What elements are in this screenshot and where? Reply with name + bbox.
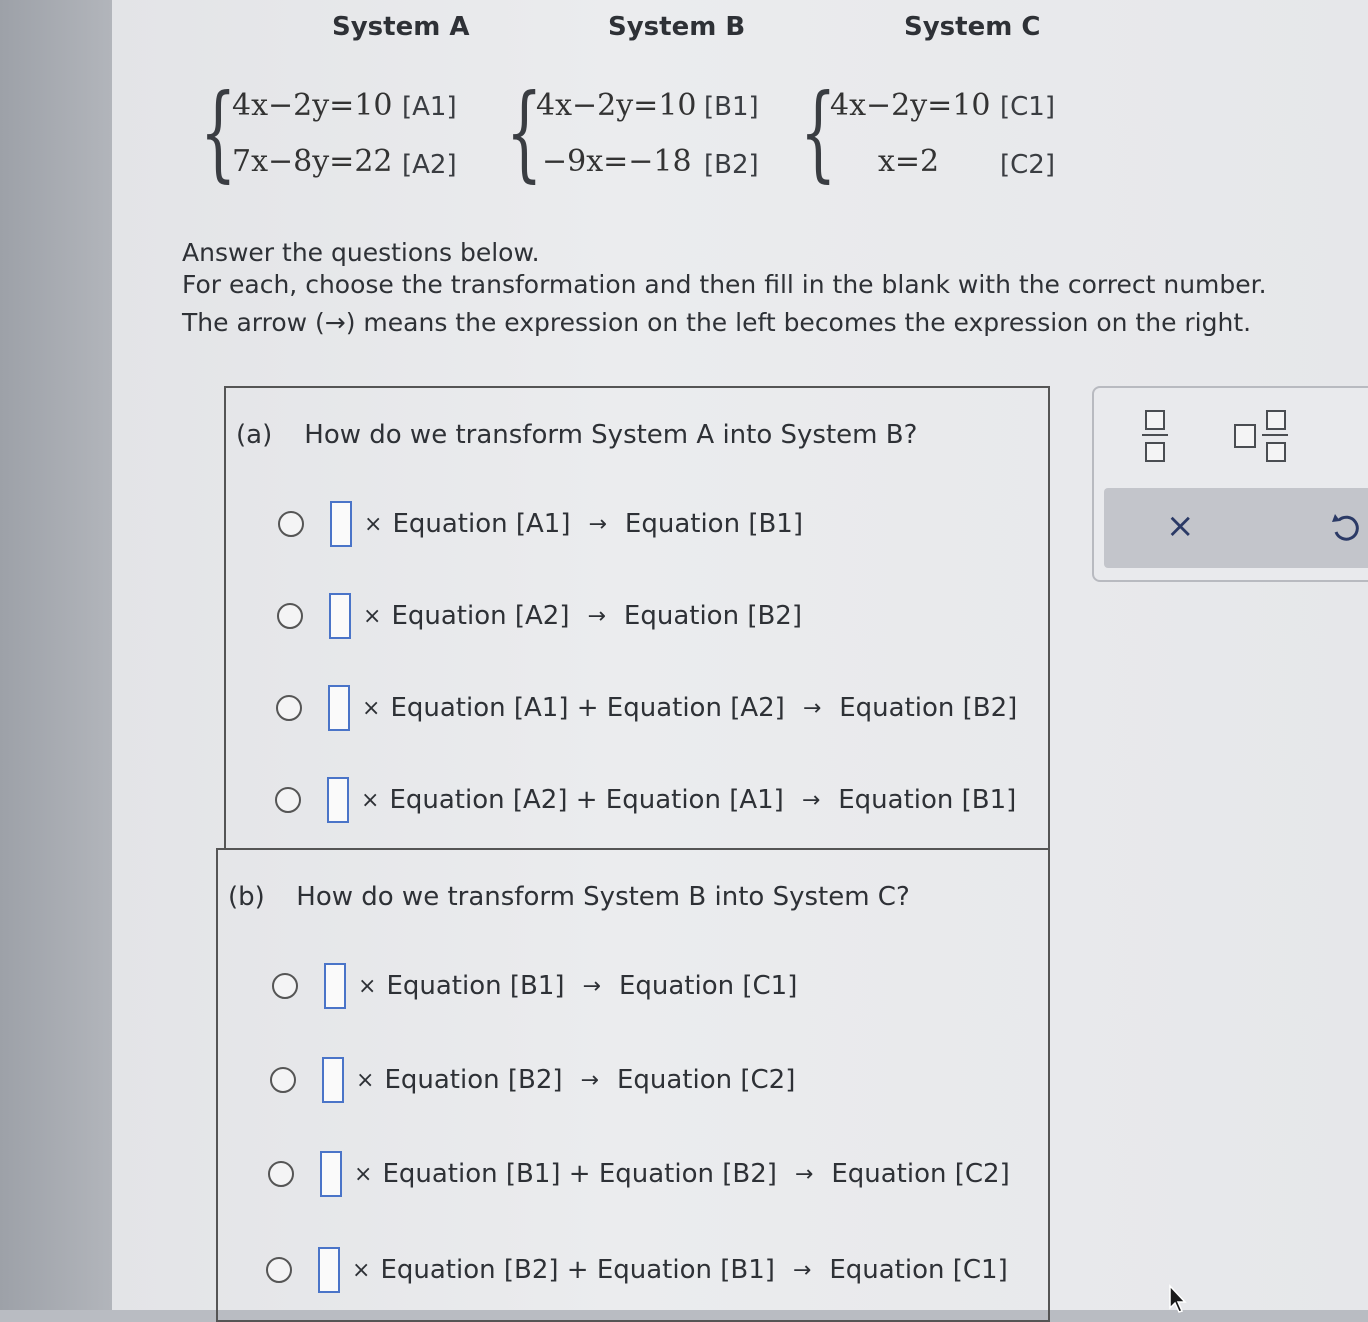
number-input-blank[interactable] [322, 1057, 344, 1103]
option-left-expression: Equation [B1] + Equation [B2] [382, 1159, 777, 1189]
system-b-title: System B [608, 12, 746, 42]
system-a-eq2: 7x−8y=22 [232, 144, 393, 179]
radio-button[interactable] [278, 511, 304, 537]
radio-button[interactable] [277, 603, 303, 629]
part-b-label: (b) [228, 882, 265, 912]
times-sign: × [356, 1067, 375, 1093]
arrow-icon: → [792, 1257, 812, 1283]
part-b-option-1[interactable]: × Equation [B1] → Equation [C1] [272, 962, 797, 1010]
part-a-option-3[interactable]: × Equation [A1] + Equation [A2] → Equati… [276, 684, 1017, 732]
times-sign: × [362, 695, 381, 721]
system-c-title: System C [904, 12, 1041, 42]
option-right-expression: Equation [C2] [831, 1159, 1010, 1189]
option-right-expression: Equation [B1] [624, 509, 803, 539]
times-sign: × [352, 1257, 371, 1283]
system-a-title: System A [332, 12, 470, 42]
system-b-eq2: −9x=−18 [542, 144, 692, 179]
option-right-expression: Equation [C1] [618, 971, 798, 1001]
radio-button[interactable] [268, 1161, 294, 1187]
fraction-icon[interactable] [1142, 410, 1168, 462]
arrow-icon: → [580, 1067, 599, 1093]
radio-button[interactable] [266, 1257, 292, 1283]
system-b-eq1: 4x−2y=10 [536, 88, 697, 123]
radio-button[interactable] [276, 695, 302, 721]
number-input-blank[interactable] [327, 777, 349, 823]
system-c-eq1: 4x−2y=10 [830, 88, 991, 123]
radio-button[interactable] [272, 973, 298, 999]
part-a-option-1[interactable]: × Equation [A1] → Equation [B1] [278, 500, 803, 548]
option-right-expression: Equation [C2] [616, 1065, 796, 1095]
system-a-brace: { [200, 71, 237, 193]
radio-button[interactable] [275, 787, 301, 813]
option-left-expression: Equation [B1] [386, 971, 565, 1001]
part-a-question-text: How do we transform System A into System… [304, 420, 918, 450]
toolbox-action-bar [1104, 488, 1368, 568]
part-b-option-4[interactable]: × Equation [B2] + Equation [B1] → Equati… [266, 1246, 1008, 1294]
option-right-expression: Equation [B2] [839, 693, 1018, 723]
option-left-expression: Equation [A2] [391, 601, 570, 631]
arrow-icon: → [588, 511, 607, 537]
system-a-eq1: 4x−2y=10 [232, 88, 393, 123]
instruction-line-2: For each, choose the transformation and … [182, 270, 1267, 299]
system-a-tag2: [A2] [402, 150, 457, 180]
number-input-blank[interactable] [330, 501, 352, 547]
option-left-expression: Equation [A1] [392, 509, 571, 539]
number-input-blank[interactable] [324, 963, 346, 1009]
radio-button[interactable] [270, 1067, 296, 1093]
times-sign: × [358, 973, 377, 999]
number-input-blank[interactable] [318, 1247, 340, 1293]
part-b-question-text: How do we transform System B into System… [296, 882, 910, 912]
instruction-line-1: Answer the questions below. [182, 238, 540, 267]
system-b-tag1: [B1] [704, 92, 759, 122]
times-sign: × [364, 511, 383, 537]
option-right-expression: Equation [C1] [829, 1255, 1008, 1285]
option-left-expression: Equation [B2] + Equation [B1] [380, 1255, 775, 1285]
part-a-label: (a) [236, 420, 273, 450]
option-left-expression: Equation [A1] + Equation [A2] [390, 693, 785, 723]
part-a-question: (a) How do we transform System A into Sy… [236, 420, 917, 450]
arrow-icon: → [801, 787, 821, 813]
undo-icon[interactable] [1330, 510, 1360, 544]
arrow-icon: → [802, 695, 822, 721]
times-sign: × [354, 1161, 373, 1187]
arrow-icon: → [794, 1161, 814, 1187]
number-input-blank[interactable] [328, 685, 350, 731]
option-left-expression: Equation [A2] + Equation [A1] [389, 785, 784, 815]
number-input-blank[interactable] [329, 593, 351, 639]
arrow-icon: → [587, 603, 606, 629]
part-a-option-2[interactable]: × Equation [A2] → Equation [B2] [277, 592, 802, 640]
option-right-expression: Equation [B2] [623, 601, 802, 631]
system-b-tag2: [B2] [704, 150, 759, 180]
clear-button[interactable]: × [1166, 506, 1195, 546]
system-a-tag1: [A1] [402, 92, 457, 122]
option-right-expression: Equation [B1] [838, 785, 1017, 815]
part-a-option-4[interactable]: × Equation [A2] + Equation [A1] → Equati… [275, 776, 1016, 824]
part-b-option-2[interactable]: × Equation [B2] → Equation [C2] [270, 1056, 795, 1104]
instruction-line-3: The arrow (→) means the expression on th… [182, 308, 1252, 337]
part-b-option-3[interactable]: × Equation [B1] + Equation [B2] → Equati… [268, 1150, 1010, 1198]
system-c-eq2: x=2 [878, 144, 940, 179]
system-c-tag2: [C2] [1000, 150, 1055, 180]
mixed-number-icon[interactable] [1234, 410, 1294, 462]
number-input-blank[interactable] [320, 1151, 342, 1197]
option-left-expression: Equation [B2] [384, 1065, 563, 1095]
times-sign: × [361, 787, 380, 813]
system-c-tag1: [C1] [1000, 92, 1055, 122]
times-sign: × [363, 603, 382, 629]
arrow-icon: → [582, 973, 601, 999]
part-b-question: (b) How do we transform System B into Sy… [228, 882, 910, 912]
screen-edge [0, 0, 112, 1310]
